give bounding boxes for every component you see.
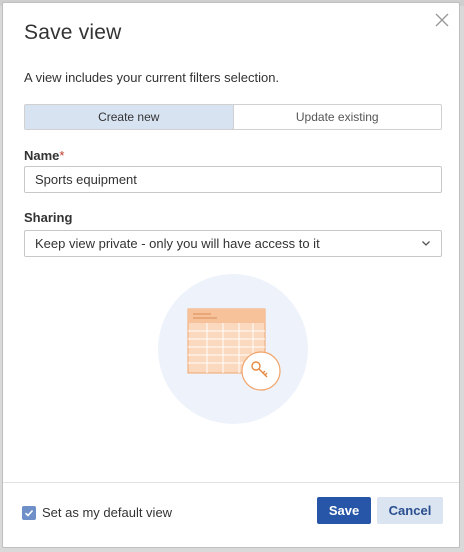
- save-view-dialog: Save view A view includes your current f…: [2, 2, 460, 548]
- chevron-down-icon: [421, 236, 431, 251]
- default-view-label: Set as my default view: [42, 505, 173, 520]
- dialog-footer: Set as my default view Save Cancel: [3, 482, 459, 547]
- tab-update-existing[interactable]: Update existing: [232, 105, 442, 129]
- dialog-subtitle: A view includes your current filters sel…: [24, 70, 280, 85]
- mode-toggle: Create new Update existing: [24, 104, 442, 130]
- close-icon[interactable]: [433, 11, 451, 29]
- checkmark-icon[interactable]: [22, 505, 36, 520]
- sharing-select-value: Keep view private - only you will have a…: [35, 236, 320, 251]
- sharing-select[interactable]: Keep view private - only you will have a…: [24, 230, 442, 257]
- cancel-button[interactable]: Cancel: [377, 497, 443, 524]
- save-button[interactable]: Save: [317, 497, 371, 524]
- sharing-label: Sharing: [24, 210, 73, 225]
- table-illustration-icon: [157, 273, 309, 425]
- required-marker: *: [59, 148, 65, 163]
- name-label: Name*: [24, 148, 64, 163]
- tab-create-new[interactable]: Create new: [25, 105, 233, 129]
- name-label-text: Name: [24, 148, 60, 163]
- default-view-checkbox[interactable]: Set as my default view: [22, 505, 172, 520]
- name-input[interactable]: [24, 166, 442, 193]
- dialog-title: Save view: [24, 21, 122, 44]
